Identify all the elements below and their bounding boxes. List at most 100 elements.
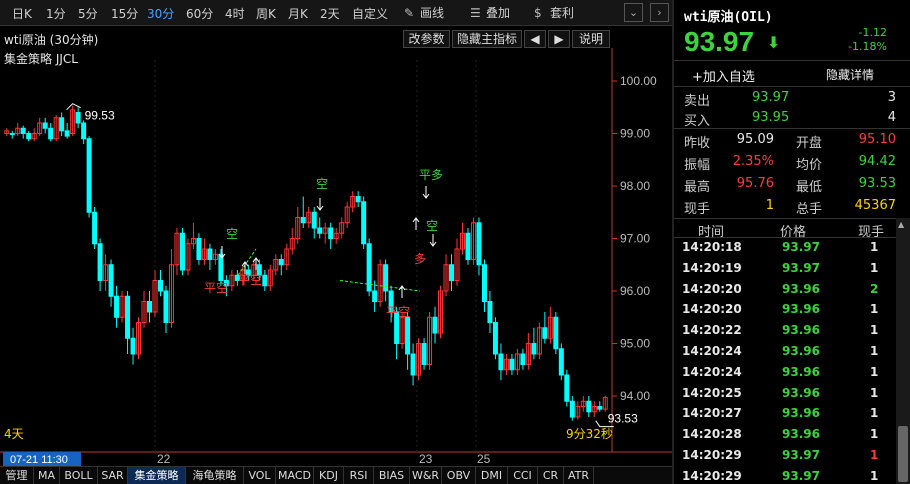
period-weekly[interactable]: 周K — [256, 5, 276, 22]
price-tick-label: 94.00 — [620, 389, 650, 403]
indicator-tab[interactable]: ATR — [564, 467, 594, 484]
signal-label: 平空 — [204, 281, 228, 295]
candle-body — [498, 353, 504, 371]
tick-time: 14:20:28 — [682, 427, 742, 442]
candle-body — [207, 248, 213, 260]
signal-label: 平多 — [419, 168, 443, 182]
tick-price: 93.97 — [782, 260, 820, 275]
candlestick-chart[interactable]: 100.00 99.00 98.00 97.00 96.00 95.00 94.00 99.5… — [0, 48, 672, 466]
period-60min[interactable]: 60分 — [186, 5, 213, 22]
indicator-tab[interactable]: RSI — [344, 467, 374, 484]
period-5min[interactable]: 5分 — [78, 5, 98, 22]
indicator-tab[interactable]: CCI — [508, 467, 538, 484]
scroll-up-icon[interactable]: ▲ — [898, 220, 904, 229]
candle-body — [372, 290, 378, 302]
current-lots-value: 1 — [765, 198, 774, 213]
draw-line-button[interactable]: ✎ 画线 — [404, 4, 444, 21]
tick-row: 14:20:24 93.96 1 — [674, 342, 896, 363]
pencil-icon: ✎ — [404, 6, 415, 20]
indicator-tab[interactable]: MACD — [276, 467, 314, 484]
indicator-tab[interactable]: KDJ — [314, 467, 344, 484]
tick-time: 14:20:29 — [682, 448, 742, 462]
indicator-tab[interactable]: W&R — [410, 467, 442, 484]
indicator-tab[interactable]: 集金策略 — [128, 467, 186, 484]
arrow-left-icon[interactable]: ◀ — [524, 30, 546, 48]
period-1min[interactable]: 1分 — [46, 5, 66, 22]
prev-close-label: 昨收 — [684, 136, 711, 151]
scrollbar-thumb[interactable] — [898, 426, 908, 482]
price-tick-label: 95.00 — [620, 337, 650, 351]
period-monthly[interactable]: 月K — [288, 5, 308, 22]
candle-body — [421, 343, 427, 365]
stats-row: 最高 95.76 最低 93.53 — [674, 174, 896, 195]
candle-body — [597, 406, 603, 410]
tick-row: 14:20:27 93.96 1 — [674, 404, 896, 425]
period-15min[interactable]: 15分 — [111, 5, 138, 22]
candle-body — [405, 316, 411, 355]
low-label: 93.53 — [608, 412, 638, 426]
indicator-tab[interactable]: MA — [34, 467, 60, 484]
price-change: -1.12 — [858, 26, 887, 39]
candle-body — [509, 358, 515, 371]
price-tick-label: 96.00 — [620, 284, 650, 298]
quote-panel: wti原油(OIL) 93.97 ⬇ -1.12 -1.18% +加入自选 隐藏… — [672, 0, 910, 484]
price-tick-label: 97.00 — [620, 232, 650, 246]
period-daily[interactable]: 日K — [12, 5, 32, 22]
period-2day[interactable]: 2天 — [320, 5, 340, 22]
arbitrage-button[interactable]: $ 套利 — [534, 4, 574, 21]
indicator-tab[interactable]: 管理 — [0, 467, 34, 484]
candle-body — [9, 133, 15, 136]
tick-time: 14:20:18 — [682, 240, 742, 254]
candle-body — [130, 337, 136, 355]
indicator-tab[interactable]: CR — [538, 467, 564, 484]
candle-body — [157, 280, 163, 292]
hide-main-indicator-button[interactable]: 隐藏主指标 — [452, 30, 522, 48]
high-label: 99.53 — [85, 109, 115, 123]
edit-params-button[interactable]: 改参数 — [403, 30, 450, 48]
candle-body — [20, 127, 26, 134]
chevron-right-icon[interactable]: › — [650, 3, 669, 22]
tick-row: 14:20:18 93.97 1 — [674, 238, 896, 259]
tick-time: 14:20:20 — [682, 281, 742, 296]
indicator-tab[interactable]: VOL — [244, 467, 276, 484]
period-30min[interactable]: 30分 — [147, 5, 174, 22]
period-toolbar: 日K 1分 5分 15分 30分 60分 4时 周K 月K 2天 自定义 ✎ 画线… — [0, 0, 672, 26]
buy-label: 买入 — [684, 114, 711, 129]
indicator-tab[interactable]: OBV — [442, 467, 476, 484]
tick-volume: 1 — [870, 260, 879, 275]
sell-row: 卖出 93.97 3 — [674, 88, 896, 109]
period-4h[interactable]: 4时 — [225, 5, 245, 22]
open-value: 95.10 — [858, 132, 896, 147]
arrow-down-icon: ⬇ — [767, 33, 781, 52]
indicator-tab[interactable]: BIAS — [374, 467, 410, 484]
hide-detail-button[interactable]: 隐藏详情 — [826, 66, 874, 83]
layers-icon: ☰ — [470, 6, 481, 20]
scrollbar[interactable]: ▲ — [896, 218, 910, 484]
price-change-pct: -1.18% — [848, 40, 887, 53]
high-value: 95.76 — [736, 176, 774, 191]
tick-row: 14:20:25 93.96 1 — [674, 384, 896, 405]
candle-body — [59, 117, 65, 132]
add-to-watchlist-button[interactable]: +加入自选 — [692, 66, 755, 85]
indicator-tab[interactable]: DMI — [476, 467, 508, 484]
candle-body — [317, 227, 323, 234]
indicator-tab[interactable]: 海龟策略 — [186, 467, 244, 484]
tick-volume: 1 — [870, 344, 879, 358]
collapse-icon[interactable]: ⌄ — [624, 3, 643, 22]
help-button[interactable]: 说明 — [572, 30, 610, 48]
overlay-button[interactable]: ☰ 叠加 — [470, 4, 510, 21]
amplitude-value: 2.35% — [732, 154, 774, 169]
tick-volume: 1 — [870, 323, 879, 338]
stats-row: 现手 1 总手 45367 — [674, 196, 896, 217]
tick-time: 14:20:27 — [682, 406, 742, 421]
instrument-title: wti原油(OIL) — [684, 10, 773, 25]
period-custom[interactable]: 自定义 — [352, 5, 388, 22]
candle-body — [481, 264, 487, 302]
candle-body — [586, 400, 592, 413]
indicator-tab[interactable]: SAR — [98, 467, 128, 484]
candle-body — [432, 316, 438, 334]
tick-price: 93.96 — [782, 406, 820, 421]
indicator-tab[interactable]: BOLL — [60, 467, 98, 484]
sell-label: 卖出 — [684, 94, 711, 109]
arrow-right-icon[interactable]: ▶ — [548, 30, 570, 48]
